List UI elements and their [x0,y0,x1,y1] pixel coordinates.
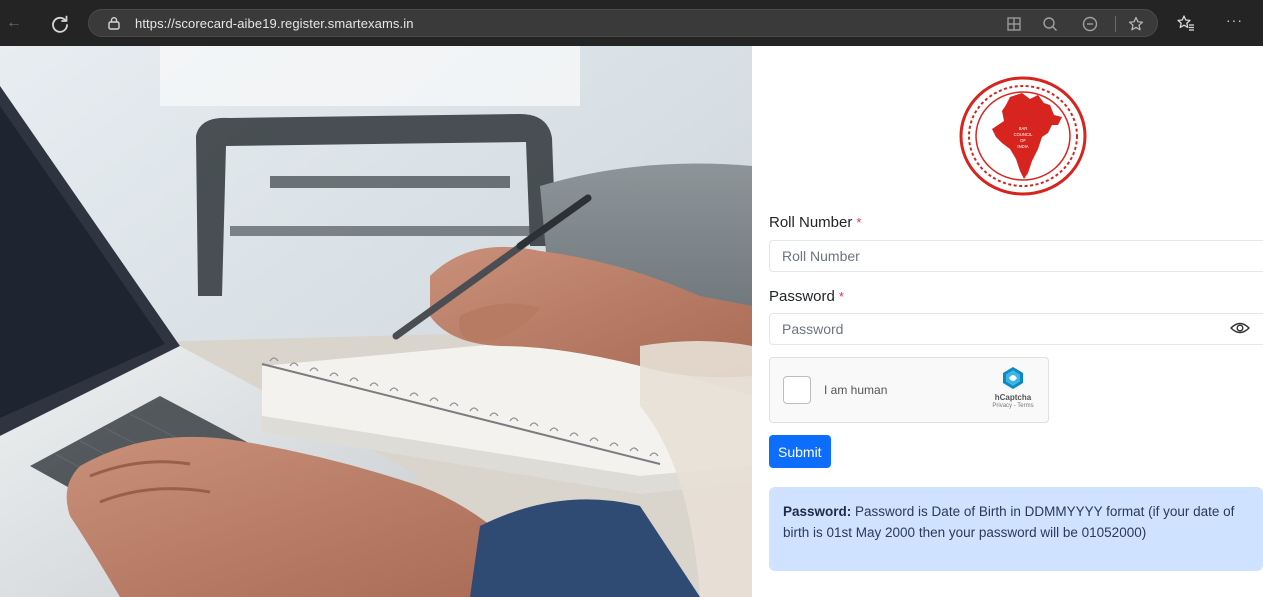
captcha-text: I am human [824,383,888,397]
info-heading: Password: [783,504,852,519]
address-bar[interactable]: https://scorecard-aibe19.register.smarte… [88,9,1158,37]
toolbar-divider [1115,16,1116,32]
reload-icon[interactable] [48,12,72,36]
laptop-notebook-photo [0,46,752,597]
password-info-alert: Password: Password is Date of Birth in D… [769,487,1263,571]
favorites-icon[interactable] [1176,13,1196,33]
hcaptcha-widget: I am human hCaptcha Privacy - Terms [769,357,1049,423]
browser-toolbar: ← https://scorecard-aibe19.register.smar… [0,0,1263,46]
back-arrow-icon[interactable]: ← [3,12,25,34]
login-panel: BAR COUNCIL OF INDIA Roll Number* Passwo… [752,46,1263,597]
svg-text:INDIA: INDIA [1017,144,1028,149]
minus-circle-icon[interactable] [1081,15,1099,33]
svg-text:OF: OF [1020,138,1026,143]
bar-council-of-india-emblem: BAR COUNCIL OF INDIA [959,76,1087,196]
required-asterisk: * [838,289,844,304]
hcaptcha-privacy-terms-link[interactable]: Privacy - Terms [988,403,1038,409]
site-info-lock-icon[interactable] [107,16,121,30]
url-text[interactable]: https://scorecard-aibe19.register.smarte… [135,16,414,31]
roll-number-label-text: Roll Number [769,214,853,231]
required-asterisk: * [856,215,862,230]
star-icon[interactable] [1127,15,1145,33]
submit-button[interactable]: Submit [769,435,831,468]
zoom-icon[interactable] [1041,15,1059,33]
roll-number-label: Roll Number * [769,214,861,231]
info-body: Password is Date of Birth in DDMMYYYY fo… [783,504,1235,540]
password-label: Password * [769,288,844,305]
hcaptcha-branding: hCaptcha Privacy - Terms [988,366,1038,418]
hero-photo [0,46,752,597]
svg-text:BAR: BAR [1019,126,1028,131]
svg-text:COUNCIL: COUNCIL [1014,132,1034,137]
captcha-checkbox[interactable] [783,376,811,404]
reader-view-icon[interactable] [1005,15,1023,33]
roll-number-input[interactable] [769,240,1263,272]
hcaptcha-logo-icon [1003,367,1023,389]
more-icon[interactable]: ··· [1226,12,1243,28]
show-password-eye-icon[interactable] [1230,321,1250,335]
hcaptcha-brand-name: hCaptcha [994,393,1032,402]
password-input[interactable] [769,313,1263,345]
password-label-text: Password [769,288,835,305]
